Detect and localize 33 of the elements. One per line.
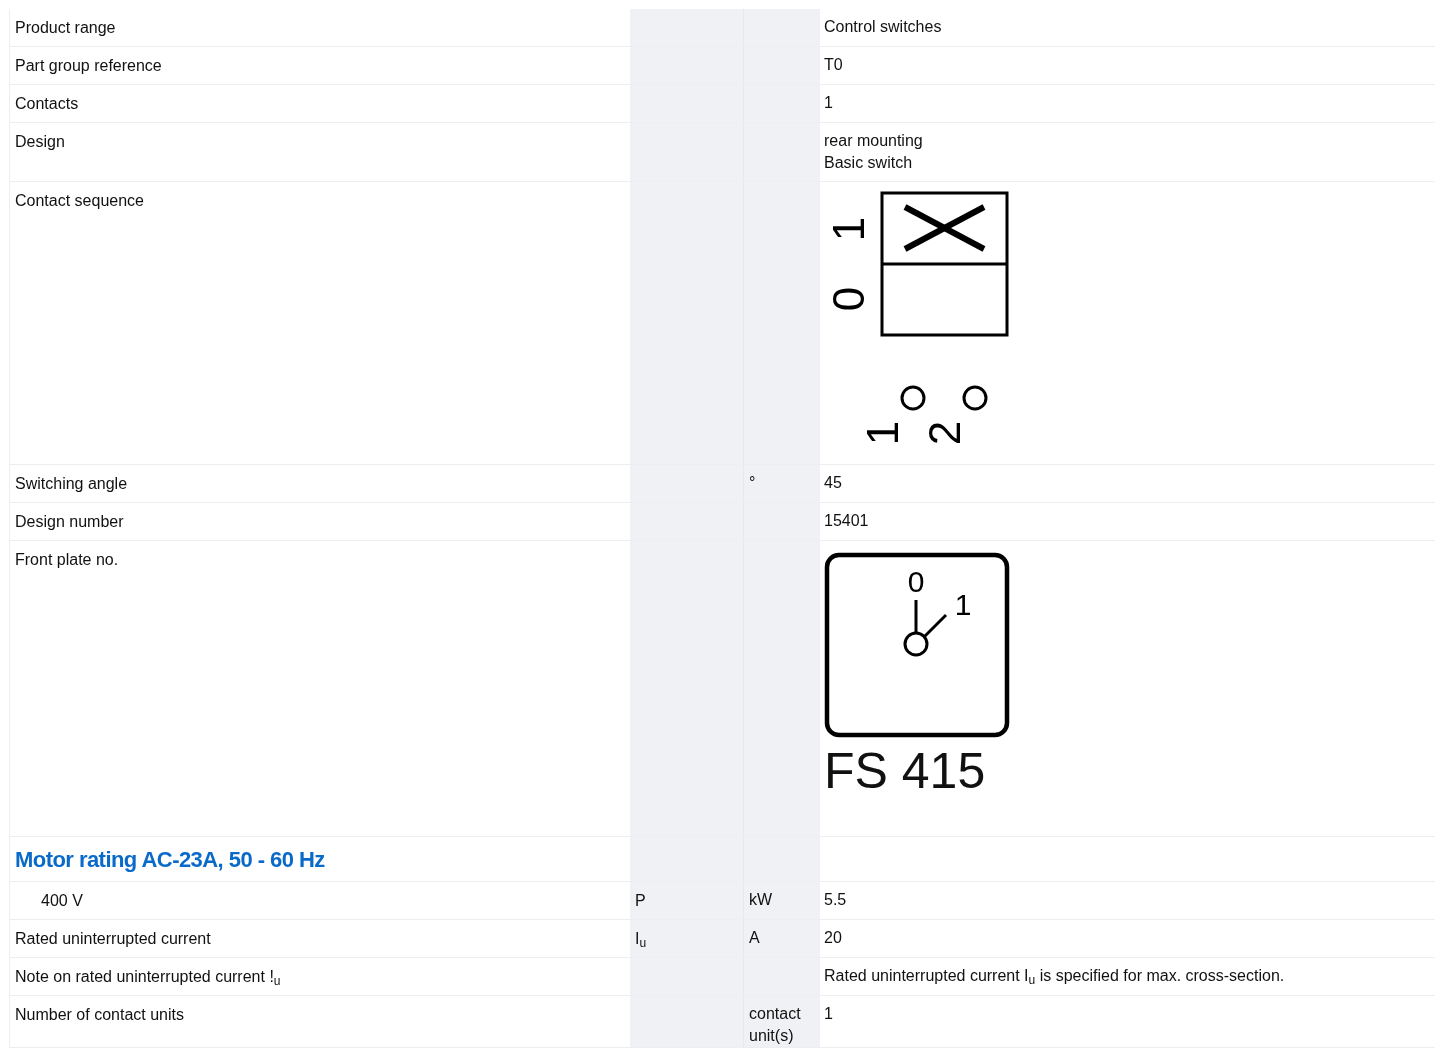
property-label: Part group reference bbox=[15, 57, 162, 74]
front-plate-number: FS 415 bbox=[824, 746, 987, 796]
front-plate-drawing: 0 1 bbox=[824, 552, 1010, 738]
property-label: Number of contact units bbox=[15, 1006, 184, 1023]
value-text: 5.5 bbox=[824, 890, 848, 910]
unit-cell: A bbox=[743, 920, 820, 957]
property-label: 400 V bbox=[41, 892, 83, 909]
property-label: Product range bbox=[15, 19, 116, 36]
unit-cell: ° bbox=[743, 465, 820, 502]
contact-sequence-diagram: 1 0 1 2 bbox=[826, 191, 1016, 453]
value-text: Rated uninterrupted current I$_{u}$ is specified for max. cross-section. bbox=[824, 966, 1286, 987]
property-label: Design number bbox=[15, 513, 124, 530]
property-label: Rated uninterrupted current bbox=[15, 930, 211, 947]
unit-cell: contact unit(s) bbox=[743, 996, 820, 1047]
property-label: Contact sequence bbox=[15, 192, 144, 209]
value-text: 15401 bbox=[824, 511, 870, 531]
value-text: 45 bbox=[824, 473, 843, 493]
value-text: 20 bbox=[824, 928, 843, 948]
unit-cell: kW bbox=[743, 882, 820, 919]
value-text: 1 bbox=[824, 93, 834, 113]
value-text: Control switches bbox=[824, 17, 943, 37]
value-text: 1 bbox=[824, 1004, 834, 1024]
symbol-cell: P bbox=[630, 882, 743, 919]
value-text: rear mounting bbox=[824, 131, 924, 151]
symbol-cell: I$_{u}$ bbox=[630, 920, 743, 957]
value-text: T0 bbox=[824, 55, 844, 75]
section-heading: Motor rating AC-23A, 50 - 60 Hz bbox=[14, 846, 326, 874]
property-label: Note on rated uninterrupted current !$_{u}$ bbox=[15, 968, 281, 985]
property-label: Design bbox=[15, 133, 65, 150]
value-text: Basic switch bbox=[824, 153, 914, 173]
property-label: Front plate no. bbox=[15, 551, 119, 568]
property-label: Contacts bbox=[15, 95, 79, 112]
property-label: Switching angle bbox=[15, 475, 128, 492]
